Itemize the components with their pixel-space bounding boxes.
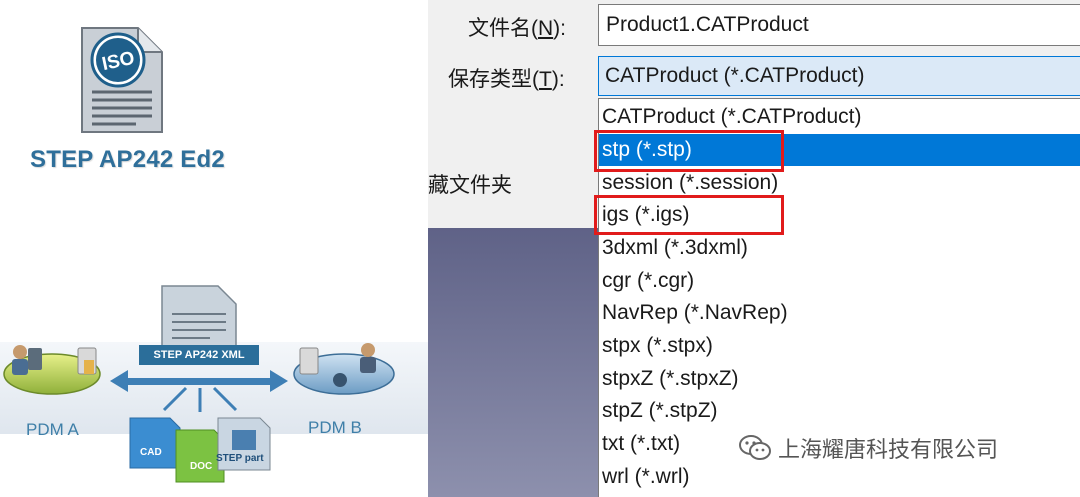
igs-highlight-box (594, 195, 784, 235)
save-as-dialog: 文件名(N): Product1.CATProduct 保存类型(T): CAT… (428, 0, 1080, 497)
option-3dxml[interactable]: 3dxml (*.3dxml) (599, 232, 1080, 264)
option-stpxz[interactable]: stpxZ (*.stpxZ) (599, 363, 1080, 395)
filetype-label: 保存类型(T): (448, 68, 565, 91)
option-wrl[interactable]: wrl (*.wrl) (599, 461, 1080, 493)
step-xml-label: STEP AP242 XML (139, 345, 259, 365)
wechat-icon (739, 435, 771, 460)
viewport-background (428, 228, 598, 497)
stp-highlight-box (594, 130, 784, 172)
filename-input[interactable]: Product1.CATProduct (598, 4, 1080, 46)
option-stpz[interactable]: stpZ (*.stpZ) (599, 395, 1080, 427)
hide-folders-label[interactable]: 藏文件夹 (428, 169, 512, 199)
filename-label: 文件名(N): (468, 17, 566, 40)
cad-file-label: CAD (140, 447, 162, 458)
filetype-select[interactable]: CATProduct (*.CATProduct) (598, 56, 1080, 96)
step-part-file-label: STEP part (216, 453, 264, 464)
pdm-a-label: PDM A (26, 420, 79, 439)
pdm-b-label: PDM B (308, 418, 362, 437)
watermark-text: 上海耀唐科技有限公司 (778, 438, 999, 463)
option-catproduct[interactable]: CATProduct (*.CATProduct) (599, 101, 1080, 133)
step-standard-title: STEP AP242 Ed2 (30, 146, 225, 173)
watermark: 上海耀唐科技有限公司 (738, 432, 998, 464)
option-cgr[interactable]: cgr (*.cgr) (599, 265, 1080, 297)
iso-document-icon: ISO (81, 27, 163, 133)
option-stpx[interactable]: stpx (*.stpx) (599, 330, 1080, 362)
step-illustration: ISO STEP AP242 Ed2 STEP AP242 XML PDM A … (0, 0, 428, 497)
doc-file-label: DOC (190, 461, 213, 472)
pdm-exchange-diagram (0, 285, 428, 483)
option-navrep[interactable]: NavRep (*.NavRep) (599, 297, 1080, 329)
